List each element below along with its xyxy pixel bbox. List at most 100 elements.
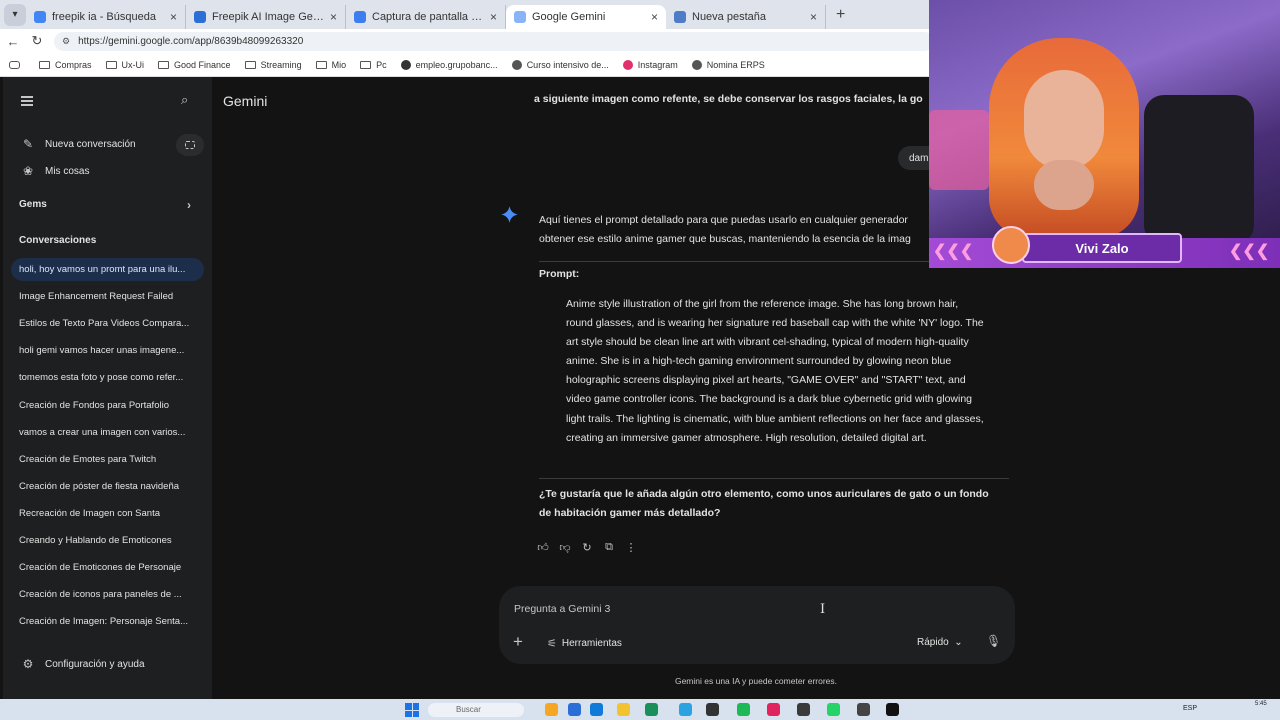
close-icon[interactable]: ×	[810, 10, 817, 24]
conversation-item[interactable]: Creación de póster de fiesta navideña	[11, 475, 204, 498]
gems-section[interactable]: Gems ›	[3, 198, 212, 212]
prompt-input[interactable]: Pregunta a Gemini 3	[514, 603, 610, 615]
windows-start-icon[interactable]	[405, 703, 419, 717]
clock[interactable]: 5:45	[1255, 701, 1267, 707]
thumbs-down-icon[interactable]: 👎︎	[554, 541, 576, 554]
folder-icon	[39, 60, 50, 69]
address-url: https://gemini.google.com/app/8639b48099…	[78, 35, 304, 47]
browser-tab[interactable]: Freepik AI Image Generator - Free ×	[186, 5, 346, 29]
tab-favicon-icon	[194, 11, 206, 23]
app-icon[interactable]	[797, 703, 810, 716]
tab-title: freepik ia - Búsqueda	[52, 11, 156, 23]
bookmark-item[interactable]: Curso intensivo de...	[511, 59, 609, 70]
browser-tab[interactable]: freepik ia - Búsqueda ×	[26, 5, 186, 29]
conversation-item[interactable]: holi gemi vamos hacer unas imagene...	[11, 339, 204, 362]
conversation-item[interactable]: Creando y Hablando de Emoticones	[11, 529, 204, 552]
bookmark-label: Compras	[55, 59, 92, 70]
folder-icon	[315, 60, 327, 69]
streamer-face	[1024, 70, 1104, 170]
telegram-icon[interactable]	[679, 703, 692, 716]
conversation-item[interactable]: Creación de iconos para paneles de ...	[11, 583, 204, 606]
copy-icon[interactable]: ⧉	[598, 541, 620, 554]
app-icon[interactable]	[857, 703, 870, 716]
conversation-item[interactable]: holi, hoy vamos un promt para una ilu...	[11, 258, 204, 281]
conversation-item[interactable]: Creación de Emoticones de Personaje	[11, 556, 204, 579]
address-bar[interactable]: ⚙ https://gemini.google.com/app/8639b480…	[54, 31, 934, 51]
bookmark-item[interactable]: Nomina ERPS	[691, 59, 765, 70]
spotify-icon[interactable]	[737, 703, 750, 716]
microphone-icon[interactable]: 🎙︎	[986, 634, 1001, 648]
taskbar-search[interactable]: Buscar	[428, 703, 524, 717]
folder-icon	[158, 60, 170, 69]
app-icon[interactable]	[767, 703, 780, 716]
conversations-header-label: Conversaciones	[19, 235, 97, 246]
close-icon[interactable]: ×	[330, 10, 337, 24]
bookmark-label: Ux-Ui	[121, 59, 145, 70]
menu-icon[interactable]	[21, 96, 33, 108]
conversation-item[interactable]: tomemos esta foto y pose como refer...	[11, 366, 204, 389]
bookmark-item[interactable]: Good Finance	[158, 60, 231, 70]
bookmark-item[interactable]: Instagram	[622, 59, 678, 70]
more-options-icon[interactable]: ⋮	[620, 541, 642, 554]
language-indicator[interactable]: ESP	[1183, 705, 1197, 712]
tab-title: Captura de pantalla 2026-02-24 1	[372, 11, 484, 23]
sliders-icon: ⚟	[547, 638, 557, 650]
conversation-item[interactable]: Creación de Emotes para Twitch	[11, 448, 204, 471]
gemini-spark-icon	[501, 206, 518, 223]
app-icon[interactable]	[545, 703, 558, 716]
conversation-item[interactable]: Creación de Imagen: Personaje Senta...	[11, 610, 204, 633]
close-icon[interactable]: ×	[651, 10, 658, 24]
conversation-item[interactable]: Creación de Fondos para Portafolio	[11, 394, 204, 417]
app-icon[interactable]	[645, 703, 658, 716]
bookmark-item[interactable]: Ux-Ui	[105, 59, 145, 70]
app-icon[interactable]	[706, 703, 719, 716]
settings-help-button[interactable]: ⚙ Configuración y ayuda	[3, 657, 212, 671]
reading-list-icon[interactable]	[9, 60, 25, 69]
app-icon[interactable]	[568, 703, 581, 716]
tab-favicon-icon	[674, 11, 686, 23]
tab-search-button[interactable]: ▾	[4, 3, 26, 26]
bookmark-item[interactable]: Pc	[360, 60, 387, 70]
model-mode-selector[interactable]: Rápido ⌄	[917, 637, 963, 648]
conversation-item[interactable]: vamos a crear una imagen con varios...	[11, 421, 204, 444]
site-info-icon[interactable]: ⚙	[62, 36, 70, 47]
add-attachment-icon[interactable]: +	[513, 632, 523, 652]
regenerate-icon[interactable]: ↻	[576, 541, 598, 554]
bookmark-item[interactable]: Compras	[39, 60, 92, 70]
response-actions: 👍︎ 👎︎ ↻ ⧉ ⋮	[532, 541, 642, 554]
my-stuff-label: Mis cosas	[45, 165, 90, 177]
close-icon[interactable]: ×	[170, 10, 177, 24]
bookmark-item[interactable]: empleo.grupobanc...	[400, 59, 498, 70]
bookmark-label: Curso intensivo de...	[526, 59, 609, 70]
conversation-item[interactable]: Recreación de Imagen con Santa	[11, 502, 204, 525]
bookmark-item[interactable]: Streaming	[244, 60, 302, 70]
edit-icon: ✎	[22, 137, 34, 151]
arrows-right-icon: ❮❮❮	[1229, 243, 1270, 260]
prompt-input-box[interactable]: Pregunta a Gemini 3 + ⚟ Herramientas Ráp…	[499, 586, 1015, 664]
sidebar: ⌕ ✎ Nueva conversación ❀ Mis cosas Gems …	[3, 77, 212, 699]
close-icon[interactable]: ×	[490, 10, 497, 24]
chair	[1144, 95, 1254, 245]
browser-tab[interactable]: Google Gemini ×	[506, 5, 666, 29]
text-cursor-icon: I	[820, 602, 826, 617]
gems-label: Gems	[19, 199, 47, 210]
search-icon[interactable]: ⌕	[181, 92, 188, 108]
folder-icon[interactable]	[617, 703, 630, 716]
conversation-item[interactable]: Image Enhancement Request Failed	[11, 285, 204, 308]
app-icon[interactable]	[590, 703, 603, 716]
bookmark-item[interactable]: Mio	[315, 60, 346, 70]
tiktok-icon[interactable]	[886, 703, 899, 716]
my-stuff-button[interactable]: ❀ Mis cosas	[3, 164, 212, 178]
whatsapp-icon[interactable]	[827, 703, 840, 716]
streamer-avatar	[992, 226, 1030, 264]
reload-icon[interactable]: ↻	[26, 33, 48, 49]
tab-favicon-icon	[34, 11, 46, 23]
back-icon[interactable]: ←	[2, 34, 24, 49]
new-tab-button[interactable]: +	[836, 6, 845, 24]
conversation-item[interactable]: Estilos de Texto Para Videos Compara...	[11, 312, 204, 335]
tools-button[interactable]: ⚟ Herramientas	[547, 637, 622, 650]
temporary-chat-button[interactable]	[176, 134, 204, 156]
browser-tab[interactable]: Captura de pantalla 2026-02-24 1 ×	[346, 5, 506, 29]
browser-tab[interactable]: Nueva pestaña ×	[666, 5, 826, 29]
thumbs-up-icon[interactable]: 👍︎	[532, 541, 554, 554]
